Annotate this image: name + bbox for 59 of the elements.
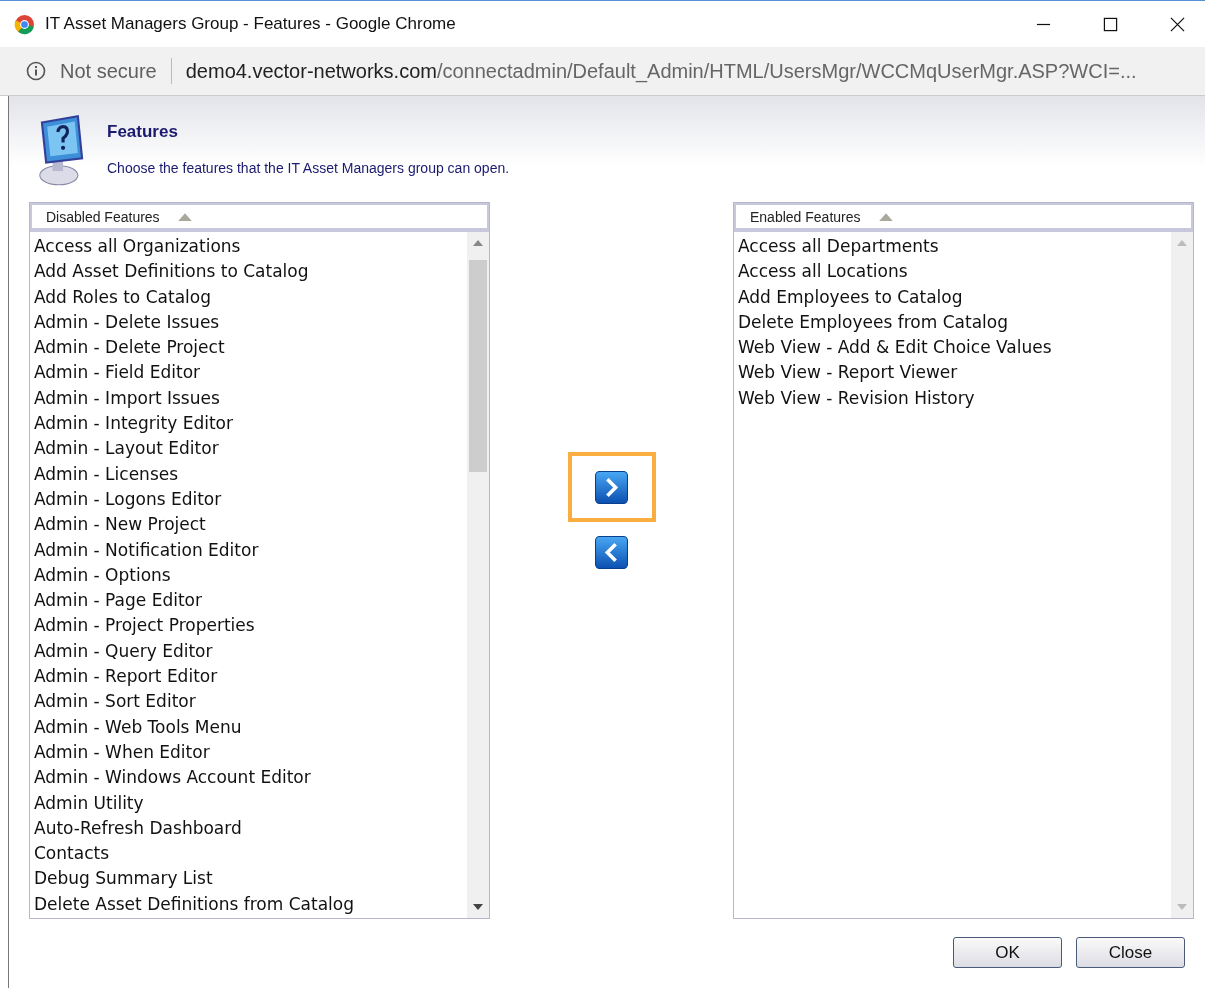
feature-list-item[interactable]: Admin - Query Editor — [34, 638, 467, 665]
feature-list-item[interactable]: Add Employees to Catalog — [738, 284, 1171, 310]
feature-list-item[interactable]: Admin - Layout Editor — [34, 436, 467, 462]
feature-list-item[interactable]: Access all Locations — [738, 259, 1171, 285]
feature-list-item[interactable]: Debug Summary List — [34, 866, 467, 892]
dialog-button[interactable]: Close — [1076, 937, 1185, 968]
feature-list-item[interactable]: Admin - Notification Editor — [34, 537, 467, 563]
feature-list-item[interactable]: Admin - Report Editor — [34, 664, 467, 690]
sort-ascending-icon[interactable] — [177, 212, 192, 221]
maximize-icon[interactable] — [1103, 16, 1118, 32]
feature-list-item[interactable]: Admin - Logons Editor — [34, 486, 467, 513]
scrollbar[interactable] — [1171, 232, 1193, 918]
column-heading[interactable]: Disabled Features — [46, 208, 160, 225]
dialog-title: Features — [107, 122, 179, 142]
feature-list-item[interactable]: Admin - When Editor — [34, 739, 467, 766]
feature-list-item[interactable]: Admin - Page Editor — [34, 588, 467, 614]
feature-list-item[interactable]: Admin - Integrity Editor — [34, 411, 467, 437]
info-icon[interactable] — [26, 61, 46, 81]
dialog-description: Choose the features that the IT Asset Managers group can open. — [107, 160, 510, 176]
scroll-up-icon[interactable] — [1177, 240, 1187, 246]
feature-list-item[interactable]: Admin - Field Editor — [34, 360, 467, 386]
move-left-button[interactable] — [595, 535, 628, 569]
feature-list-item[interactable]: Admin - New Project — [34, 512, 467, 538]
feature-list-item[interactable]: Add Roles to Catalog — [34, 284, 467, 310]
feature-list-item[interactable]: Admin - Licenses — [34, 461, 467, 487]
feature-list-item[interactable]: Admin - Sort Editor — [34, 689, 467, 715]
close-icon[interactable] — [1170, 16, 1185, 32]
feature-list-item[interactable]: Admin Utility — [34, 790, 467, 816]
dialog-button[interactable]: OK — [953, 937, 1062, 968]
url-text[interactable]: demo4.vector-networks.com/connectadmin/Default_Admin/HTML/UsersMgr/WCCMqUserMgr.ASP?WCI=... — [185, 59, 1137, 83]
feature-list-item[interactable]: Add Asset Definitions to Catalog — [34, 259, 467, 285]
feature-list-item[interactable]: Access all Organizations — [34, 234, 467, 260]
feature-list-item[interactable]: Admin - Import Issues — [34, 385, 467, 412]
scrollbar-thumb[interactable] — [469, 260, 487, 472]
column-heading[interactable]: Enabled Features — [750, 208, 861, 225]
list-header[interactable]: Enabled Features — [734, 203, 1193, 230]
feature-list-item[interactable]: Contacts — [34, 841, 467, 867]
feature-list-item[interactable]: Web View - Add & Edit Choice Values — [738, 335, 1171, 361]
feature-list-item[interactable]: Delete Employees from Catalog — [738, 309, 1171, 336]
list-header[interactable]: Disabled Features — [30, 203, 489, 230]
move-right-button[interactable] — [595, 470, 628, 504]
sort-ascending-icon[interactable] — [878, 212, 893, 221]
feature-list-item[interactable]: Admin - Windows Account Editor — [34, 765, 467, 791]
feature-list-item[interactable]: Admin - Delete Issues — [34, 309, 467, 336]
security-label: Not secure — [60, 59, 157, 83]
feature-list-item[interactable]: Web View - Revision History — [738, 385, 1171, 412]
feature-list-item[interactable]: Admin - Project Properties — [34, 613, 467, 639]
feature-list-item[interactable]: Access all Departments — [738, 234, 1171, 260]
feature-list-item[interactable]: Admin - Web Tools Menu — [34, 714, 467, 740]
feature-list-item[interactable]: Admin - Delete Project — [34, 335, 467, 361]
feature-list-item[interactable]: Delete Asset Definitions from Catalog — [34, 891, 467, 917]
browser-logo-icon — [14, 13, 35, 35]
feature-list-item[interactable]: Admin - Options — [34, 562, 467, 589]
scrollbar[interactable] — [467, 232, 489, 918]
feature-list-item[interactable]: Auto-Refresh Dashboard — [34, 815, 467, 842]
scroll-down-icon[interactable] — [473, 904, 483, 910]
feature-list-item[interactable]: Web View - Report Viewer — [738, 360, 1171, 386]
window-title: IT Asset Managers Group - Features - Google Chrome — [45, 14, 457, 34]
scroll-up-icon[interactable] — [473, 240, 483, 246]
